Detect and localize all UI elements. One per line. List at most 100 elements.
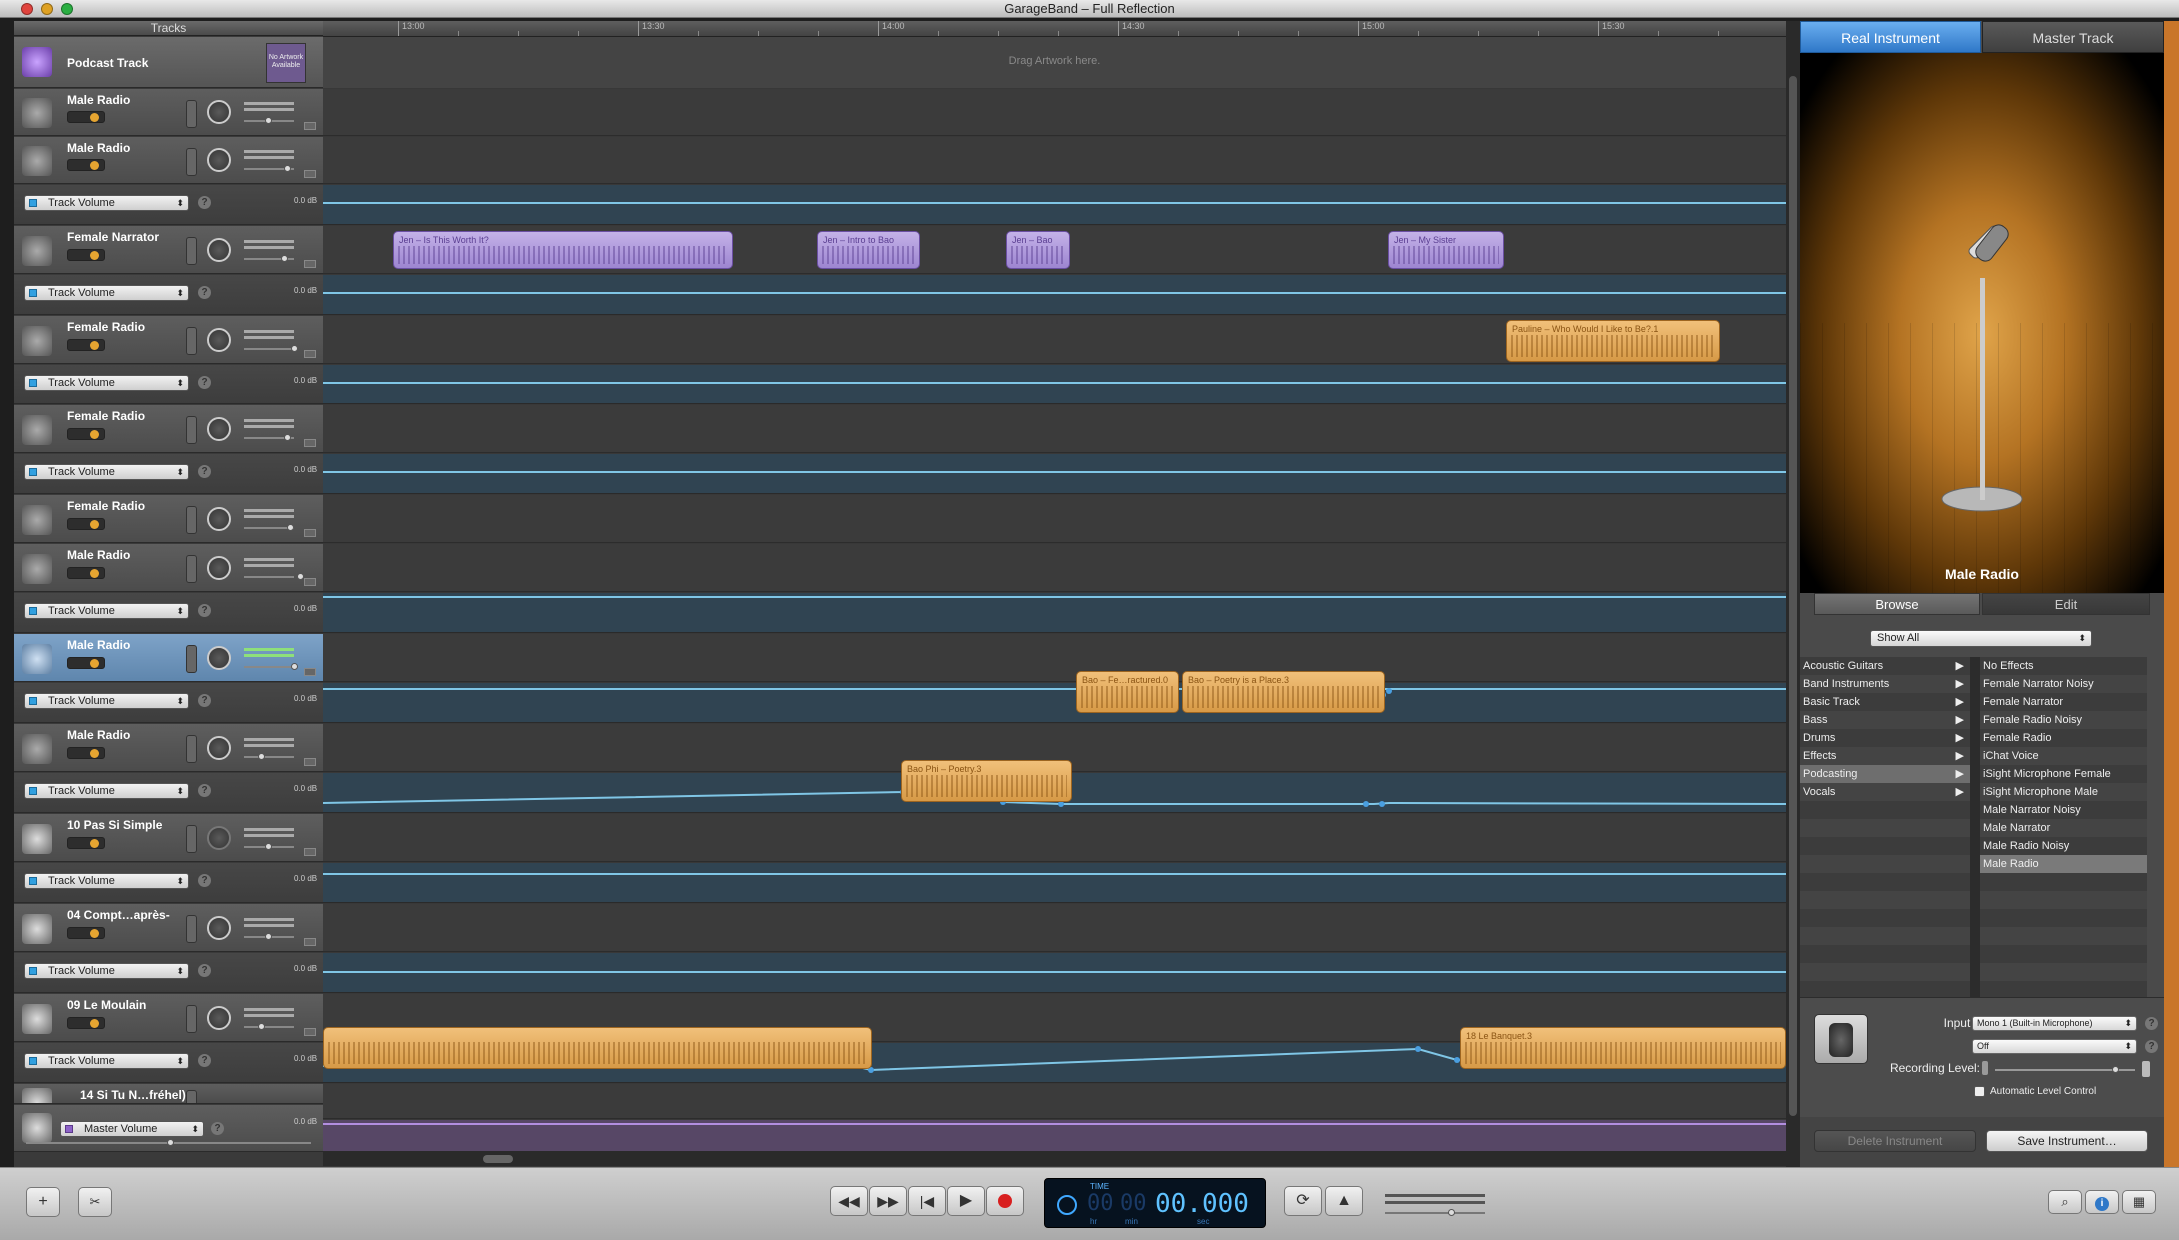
category-item[interactable]: Bass ▶ [1800,711,1970,729]
volume-slider-thumb[interactable] [291,345,298,352]
expand-automation-button[interactable] [304,758,316,766]
help-icon[interactable]: ? [198,784,211,797]
expand-automation-button[interactable] [304,350,316,358]
track-updown-button[interactable] [186,825,197,853]
audio-region[interactable]: Bao – Fe…ractured.0 [1076,671,1179,713]
audio-region[interactable]: Jen – My Sister [1388,231,1504,269]
master-volume-slider-thumb[interactable] [1448,1209,1455,1216]
automation-parameter-select[interactable]: Track Volume ⬍ [24,963,189,979]
loop-browser-button[interactable]: ✂ [78,1187,112,1217]
podcast-artwork-lane[interactable]: Drag Artwork here. [323,37,1786,88]
help-icon[interactable]: ? [198,604,211,617]
cycle-button[interactable]: ⟳ [1284,1186,1322,1216]
pan-knob[interactable] [207,238,231,262]
volume-slider-thumb[interactable] [284,434,291,441]
headphones-icon[interactable] [90,520,99,529]
artwork-placeholder[interactable]: No Artwork Available [266,43,306,83]
automation-parameter-select[interactable]: Track Volume ⬍ [24,375,189,391]
mute-solo-buttons[interactable] [67,159,105,171]
pan-knob[interactable] [207,826,231,850]
automation-parameter-select[interactable]: Track Volume ⬍ [24,464,189,480]
track-lane[interactable]: Pauline – Who Would I Like to Be?.1 [323,316,1786,364]
track-updown-button[interactable] [186,1005,197,1033]
delete-instrument-button[interactable]: Delete Instrument [1814,1130,1976,1152]
track-header[interactable]: 14 Si Tu N…fréhel) [14,1084,323,1104]
horizontal-scrollbar[interactable] [323,1152,1786,1166]
expand-automation-button[interactable] [304,122,316,130]
mute-solo-buttons[interactable] [67,837,105,849]
automation-lane[interactable] [323,593,1786,633]
clock-icon[interactable] [1057,1195,1077,1215]
podcast-track-header[interactable]: Podcast Track No Artwork Available [14,37,323,88]
mute-solo-buttons[interactable] [67,657,105,669]
help-icon[interactable]: ? [2145,1017,2158,1030]
pan-knob[interactable] [207,148,231,172]
mute-solo-buttons[interactable] [67,1017,105,1029]
mute-solo-buttons[interactable] [67,927,105,939]
volume-slider-thumb[interactable] [281,255,288,262]
rewind-button[interactable]: ◀◀ [830,1186,868,1216]
help-icon[interactable]: ? [211,1122,224,1135]
track-updown-button[interactable] [186,506,197,534]
master-volume-slider[interactable] [1385,1212,1485,1214]
pan-knob[interactable] [207,507,231,531]
tab-real-instrument[interactable]: Real Instrument [1800,21,1981,53]
preset-item[interactable]: Female Narrator Noisy [1980,675,2147,693]
headphones-icon[interactable] [90,569,99,578]
expand-automation-button[interactable] [304,668,316,676]
add-track-button[interactable]: + [26,1187,60,1217]
zoom-window-icon[interactable] [61,3,73,15]
master-automation-select[interactable]: Master Volume ⬍ [60,1121,204,1137]
track-header[interactable]: 09 Le Moulain [14,994,323,1042]
expand-automation-button[interactable] [304,578,316,586]
tab-master-track[interactable]: Master Track [1982,21,2164,53]
pan-knob[interactable] [207,328,231,352]
input-source-select[interactable]: Mono 1 (Built-in Microphone) ⬍ [1972,1016,2137,1031]
automation-parameter-select[interactable]: Track Volume ⬍ [24,195,189,211]
vertical-scrollbar[interactable] [1786,21,1800,1167]
preset-item-selected[interactable]: Male Radio [1980,855,2147,873]
pan-knob[interactable] [207,916,231,940]
zoom-slider-thumb[interactable] [167,1139,174,1146]
track-lane[interactable] [323,495,1786,543]
mute-solo-buttons[interactable] [67,339,105,351]
expand-automation-button[interactable] [304,260,316,268]
track-lane[interactable] [323,1084,1786,1119]
volume-slider-thumb[interactable] [265,117,272,124]
track-updown-button[interactable] [186,915,197,943]
save-instrument-button[interactable]: Save Instrument… [1986,1130,2148,1152]
volume-slider[interactable] [244,666,294,668]
track-header[interactable]: Male Radio [14,724,323,772]
track-updown-button[interactable] [186,148,197,176]
preset-item[interactable]: iSight Microphone Female [1980,765,2147,783]
headphones-icon[interactable] [90,341,99,350]
headphones-icon[interactable] [90,839,99,848]
volume-slider-thumb[interactable] [265,933,272,940]
track-header[interactable]: Male Radio [14,544,323,592]
loop-browser-toggle[interactable]: ⌕ [2048,1190,2082,1214]
master-track-header[interactable]: Master Volume ⬍ ? 0.0 dB [14,1105,323,1152]
expand-automation-button[interactable] [304,439,316,447]
help-icon[interactable]: ? [198,694,211,707]
pan-knob[interactable] [207,736,231,760]
help-icon[interactable]: ? [198,964,211,977]
headphones-icon[interactable] [90,659,99,668]
automation-lane[interactable] [323,863,1786,903]
audio-region[interactable] [323,1027,872,1069]
volume-slider-thumb[interactable] [287,524,294,531]
track-updown-button[interactable] [186,237,197,265]
help-icon[interactable]: ? [198,465,211,478]
category-item[interactable]: Effects ▶ [1800,747,1970,765]
pan-knob[interactable] [207,100,231,124]
tab-edit[interactable]: Edit [1982,593,2150,615]
track-header[interactable]: Male Radio [14,137,323,184]
track-lane[interactable] [323,137,1786,184]
automation-lane[interactable] [323,275,1786,315]
fast-forward-button[interactable]: ▶▶ [869,1186,907,1216]
track-updown-button[interactable] [186,100,197,128]
preset-item[interactable]: Male Radio Noisy [1980,837,2147,855]
expand-automation-button[interactable] [304,170,316,178]
play-button[interactable]: ▶ [947,1186,985,1216]
category-item[interactable]: Basic Track ▶ [1800,693,1970,711]
preset-item[interactable]: Male Narrator Noisy [1980,801,2147,819]
